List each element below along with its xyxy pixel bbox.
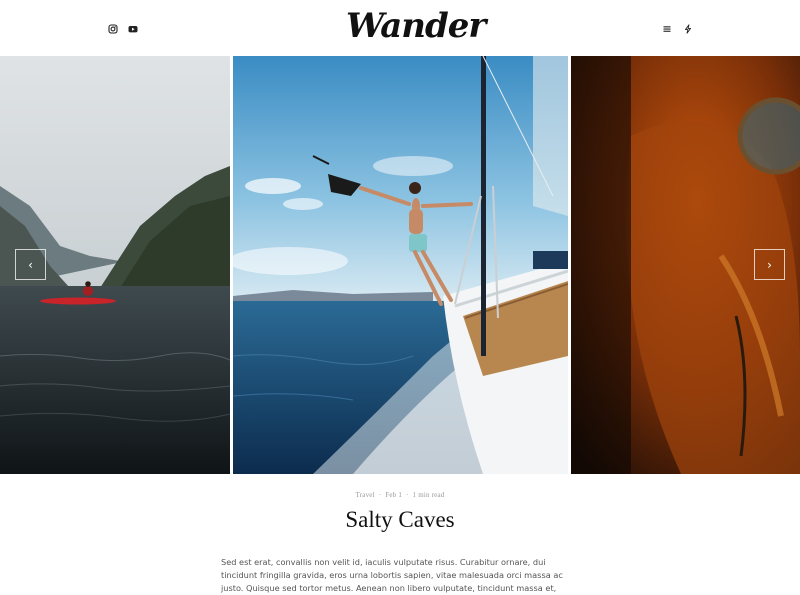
featured-slider: ‹ › <box>0 56 800 474</box>
slider-prev-button[interactable]: ‹ <box>15 249 46 280</box>
instagram-icon[interactable] <box>108 21 118 34</box>
post-date: Feb 1 <box>385 491 403 499</box>
post-read-time: 1 min read <box>412 491 445 499</box>
post-excerpt: Sed est erat, convallis non velit id, ia… <box>221 557 563 593</box>
post-meta: Travel · Feb 1 · 1 min read <box>0 491 800 499</box>
post-title[interactable]: Salty Caves <box>0 507 800 533</box>
header-tools <box>662 21 693 34</box>
sailboat-man-image[interactable] <box>233 56 568 474</box>
chevron-right-icon: › <box>767 257 772 272</box>
site-header: Wander <box>0 0 800 56</box>
meta-separator: · <box>378 491 382 499</box>
post-category[interactable]: Travel <box>356 491 375 499</box>
social-links <box>108 21 138 34</box>
slider-next-button[interactable]: › <box>754 249 785 280</box>
chevron-left-icon: ‹ <box>28 257 33 272</box>
site-logo[interactable]: Wander <box>346 6 486 46</box>
youtube-icon[interactable] <box>128 21 138 33</box>
meta-separator: · <box>406 491 409 499</box>
menu-icon[interactable] <box>662 21 672 32</box>
lightning-icon[interactable] <box>683 21 693 34</box>
